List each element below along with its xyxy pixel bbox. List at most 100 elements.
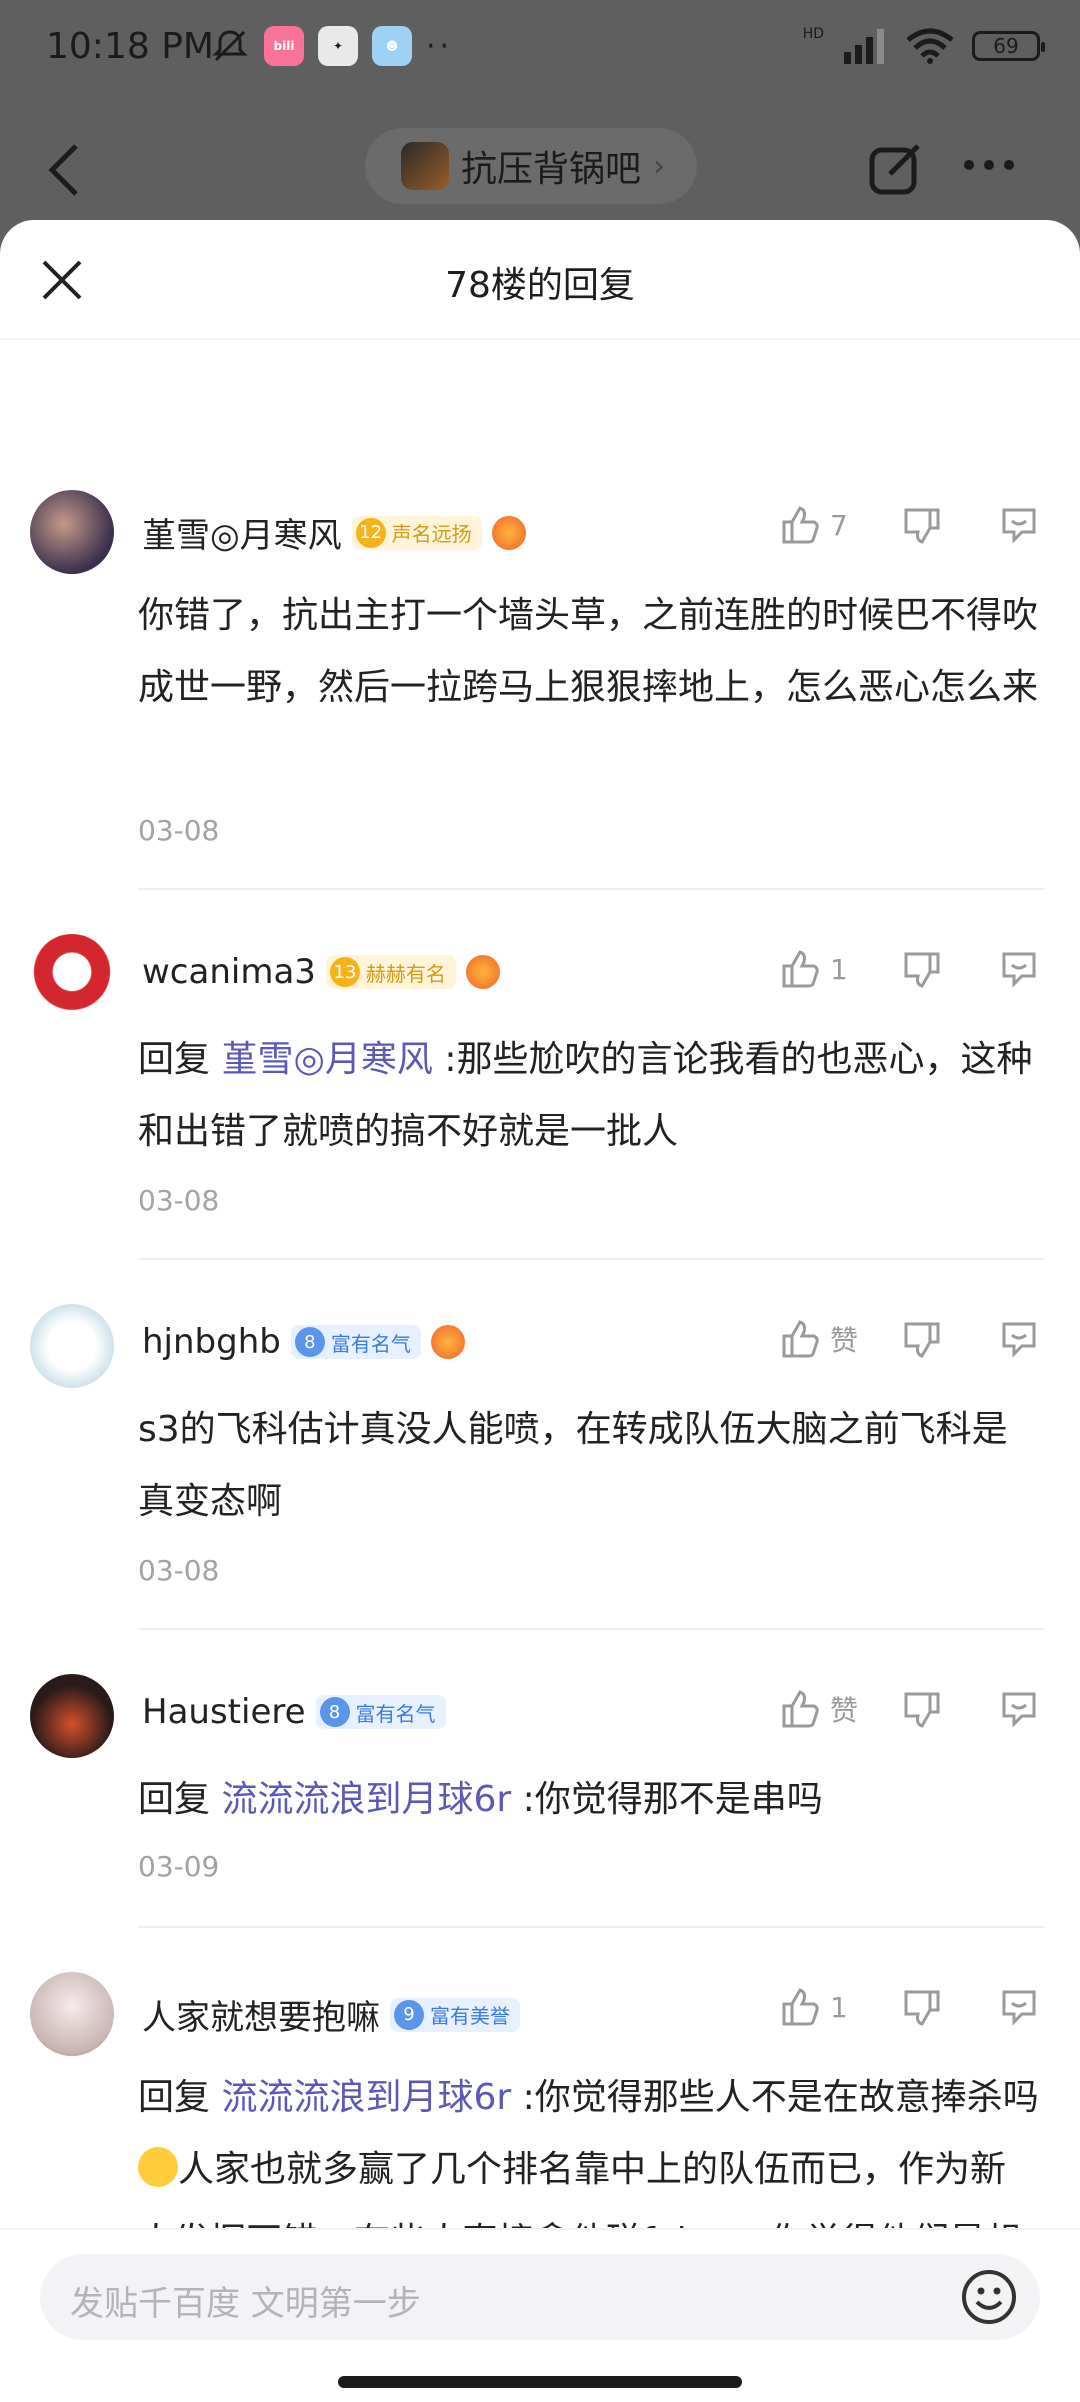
laughing-emoji-icon (138, 2147, 178, 2187)
emoji-icon[interactable] (960, 2268, 1018, 2326)
comment-icon (1002, 1322, 1036, 1358)
reply-body: :你觉得那不是串吗 (522, 1779, 823, 1820)
notification-icons: bili ✦ ☻ ·· (210, 26, 453, 66)
username[interactable]: hjnbghb (142, 1322, 281, 1362)
like-button[interactable]: 赞 (780, 1318, 864, 1360)
wifi-icon (906, 28, 954, 64)
comment-icon (1002, 952, 1036, 988)
reply-text: 回复 堇雪◎月寒风 :那些尬吹的言论我看的也恶心，这种和出错了就喷的搞不好就是一… (138, 1024, 1040, 1168)
reply-date: 03-09 (138, 1850, 220, 1883)
mention-link[interactable]: 流流流浪到月球6r (221, 2077, 511, 2118)
like-button[interactable]: 7 (780, 504, 864, 546)
comment-button[interactable] (998, 948, 1040, 990)
reply-text: 你错了，抗出主打一个墙头草，之前连胜的时候巴不得吹成世一野，然后一拉跨马上狠狠摔… (138, 595, 1039, 708)
forum-pill[interactable]: 抗压背锅吧 › (365, 128, 698, 204)
reply-prefix: 回复 (138, 1039, 211, 1080)
comment-button[interactable] (998, 504, 1040, 546)
dislike-button[interactable] (900, 1688, 942, 1730)
avatar[interactable] (30, 1674, 114, 1758)
reply-prefix: 回复 (138, 2077, 211, 2118)
like-label: 赞 (830, 1324, 859, 1357)
divider (138, 1926, 1044, 1928)
comment-button[interactable] (998, 1688, 1040, 1730)
thumbs-up-icon (782, 1690, 819, 1728)
reply-text: s3的飞科估计真没人能喷，在转成队伍大脑之前飞科是真变态啊 (138, 1409, 1008, 1522)
sheet-title: 78楼的回复 (445, 265, 635, 306)
mute-icon (212, 30, 248, 62)
dislike-button[interactable] (900, 948, 942, 990)
thumbs-down-icon (904, 952, 940, 988)
app-icon: ☻ (372, 26, 412, 66)
thumbs-down-icon (904, 1692, 940, 1728)
thumbs-down-icon (904, 1990, 940, 2026)
app-icon: ✦ (318, 26, 358, 66)
level-badge: 13 赫赫有名 (325, 955, 456, 989)
level-badge: 8 富有名气 (315, 1695, 446, 1729)
network-type: HD (802, 26, 824, 42)
comment-button[interactable] (998, 1318, 1040, 1360)
comment-button[interactable] (998, 1986, 1040, 2028)
status-time: 10:18 PM (46, 26, 214, 67)
forum-name: 抗压背锅吧 (461, 149, 642, 190)
thumbs-down-icon (904, 1322, 940, 1358)
level-badge: 8 富有名气 (290, 1325, 421, 1359)
comment-icon (1002, 1990, 1036, 2026)
home-indicator[interactable] (338, 2376, 742, 2388)
dislike-button[interactable] (900, 504, 942, 546)
reply-date: 03-08 (138, 814, 220, 847)
divider (138, 888, 1044, 890)
reply-sheet: 78楼的回复 堇雪◎月寒风 12 声名远扬 7 你错了，抗出主打一个墙头草，之前连… (0, 220, 1080, 2400)
game-badge-icon (491, 515, 526, 550)
like-button[interactable]: 1 (780, 948, 864, 990)
like-count: 1 (830, 952, 848, 986)
thumbs-up-icon (782, 950, 819, 988)
comment-icon (1002, 1692, 1036, 1728)
game-badge-icon (430, 1325, 465, 1359)
reply-body: :你觉得那些人不是在故意捧杀吗 (522, 2077, 1039, 2118)
game-badge-icon (465, 955, 500, 989)
username[interactable]: 人家就想要抱嘛 (142, 1990, 380, 2039)
chevron-right-icon: › (653, 148, 666, 184)
like-count: 1 (830, 1990, 848, 2024)
avatar[interactable] (30, 1304, 114, 1388)
sheet-header: 78楼的回复 (0, 220, 1080, 340)
status-bar: 10:18 PM bili ✦ ☻ ·· HD 69 (0, 0, 1080, 96)
comment-icon (1002, 508, 1036, 544)
dislike-button[interactable] (900, 1986, 942, 2028)
dislike-button[interactable] (900, 1318, 942, 1360)
reply-date: 03-08 (138, 1554, 220, 1587)
battery-level: 69 (993, 34, 1019, 58)
username[interactable]: Haustiere (142, 1692, 306, 1732)
mention-link[interactable]: 流流流浪到月球6r (221, 1779, 511, 1820)
like-count: 7 (830, 508, 848, 542)
bilibili-icon: bili (264, 26, 304, 66)
signal-icon (844, 29, 884, 64)
battery-icon: 69 (972, 31, 1045, 61)
thumbs-down-icon (904, 508, 940, 544)
more-icon[interactable] (964, 160, 1014, 170)
like-button[interactable]: 1 (780, 1986, 864, 2028)
system-icons: HD 69 (802, 26, 1045, 64)
level-badge: 9 富有美誉 (390, 1997, 520, 2032)
divider (138, 1258, 1044, 1260)
thumbs-up-icon (782, 506, 819, 544)
edit-icon[interactable] (868, 142, 922, 196)
reply-input[interactable]: 发贴千百度 文明第一步 (40, 2254, 1040, 2340)
like-button[interactable]: 赞 (780, 1688, 864, 1730)
username[interactable]: 堇雪◎月寒风 (142, 508, 342, 557)
divider (138, 1628, 1044, 1630)
reply-date: 03-08 (138, 1184, 220, 1217)
username[interactable]: wcanima3 (142, 952, 316, 992)
avatar[interactable] (30, 934, 114, 1018)
thumbs-up-icon (782, 1320, 819, 1358)
mention-link[interactable]: 堇雪◎月寒风 (221, 1039, 432, 1080)
forum-avatar (401, 142, 449, 190)
thumbs-up-icon (782, 1988, 819, 2026)
back-icon[interactable] (44, 140, 84, 200)
bottom-input-bar: 发贴千百度 文明第一步 (0, 2228, 1080, 2402)
level-badge: 12 声名远扬 (351, 515, 482, 550)
avatar[interactable] (30, 490, 114, 574)
like-label: 赞 (830, 1694, 859, 1727)
avatar[interactable] (30, 1972, 114, 2056)
top-navigation: 抗压背锅吧 › (0, 100, 1080, 220)
